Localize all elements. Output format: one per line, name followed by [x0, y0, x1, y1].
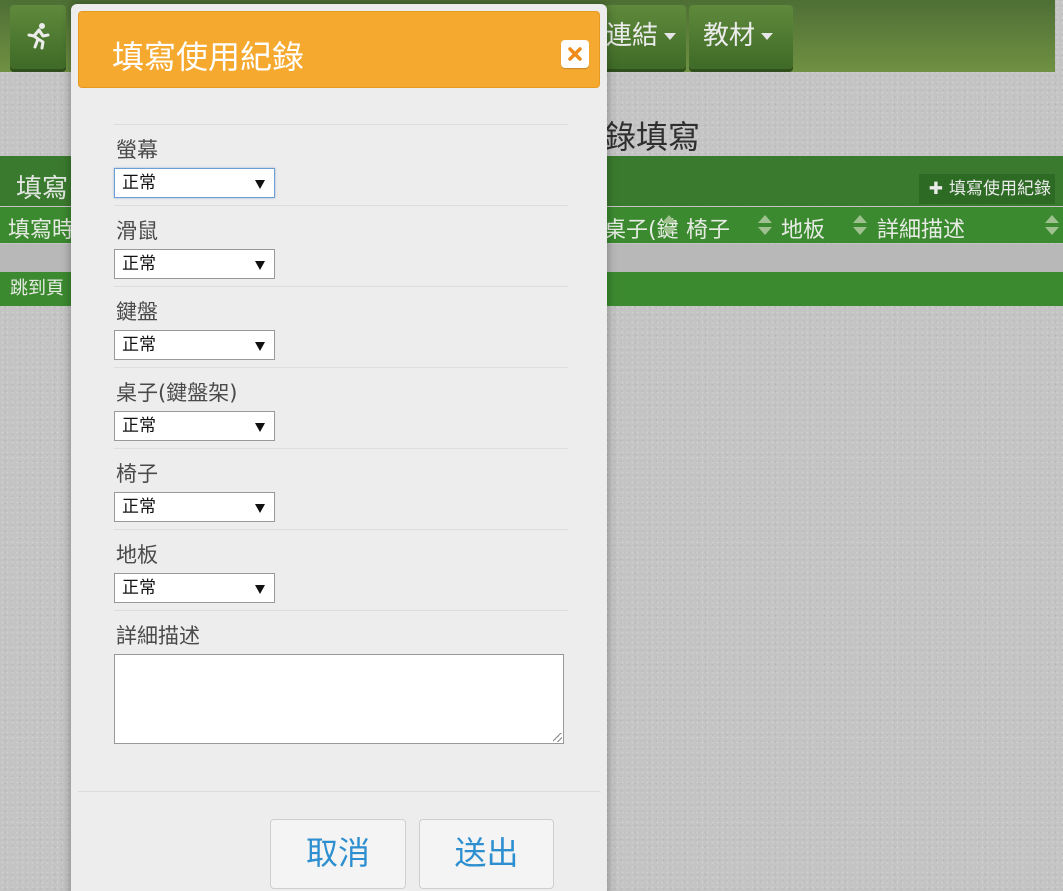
resize-handle-icon[interactable]	[553, 733, 562, 742]
dropdown-arrow-icon	[255, 261, 265, 270]
field-label: 椅子	[116, 462, 158, 486]
screen-select[interactable]: 正常	[114, 168, 275, 198]
record-form: 螢幕 正常 滑鼠 正常 鍵盤 正常 桌子(鍵盤架) 正常 椅子 正常 地板 正常…	[114, 124, 568, 760]
select-value: 正常	[122, 497, 156, 517]
close-icon	[568, 47, 582, 61]
add-record-button[interactable]: ✚ 填寫使用紀錄	[918, 174, 1055, 204]
usage-record-dialog: 填寫使用紀錄 螢幕 正常 滑鼠 正常 鍵盤 正常 桌子(鍵盤架) 正常 椅子 正…	[71, 4, 607, 891]
field-chair: 椅子 正常	[114, 448, 568, 529]
select-value: 正常	[122, 173, 156, 193]
select-value: 正常	[122, 416, 156, 436]
nav-menu-links-label: 連結	[606, 21, 659, 51]
dropdown-arrow-icon	[255, 342, 265, 351]
close-button[interactable]	[561, 40, 589, 68]
submit-button[interactable]: 送出	[419, 819, 554, 889]
field-floor: 地板 正常	[114, 529, 568, 610]
field-label: 詳細描述	[116, 624, 200, 648]
sort-icon[interactable]	[662, 215, 676, 235]
page-title: 錄填寫	[604, 118, 701, 156]
description-textarea[interactable]	[114, 654, 564, 744]
column-header-chair[interactable]: 椅子	[686, 212, 730, 244]
field-description: 詳細描述	[114, 610, 568, 760]
chevron-down-icon	[761, 33, 774, 40]
field-label: 地板	[116, 543, 158, 567]
field-screen: 螢幕 正常	[114, 124, 568, 205]
nav-menu-materials-label: 教材	[703, 21, 756, 51]
select-value: 正常	[122, 578, 156, 598]
chair-select[interactable]: 正常	[114, 492, 275, 522]
dropdown-arrow-icon	[255, 585, 265, 594]
select-value: 正常	[122, 335, 156, 355]
pager-jump-label[interactable]: 跳到頁	[10, 278, 64, 299]
dialog-header: 填寫使用紀錄	[78, 11, 600, 88]
column-header-floor[interactable]: 地板	[781, 212, 825, 244]
column-header-label: 填寫時	[8, 218, 75, 243]
floor-select[interactable]: 正常	[114, 573, 275, 603]
sort-icon[interactable]	[853, 215, 867, 235]
nav-menu-materials[interactable]: 教材	[689, 5, 793, 69]
chevron-down-icon	[664, 33, 677, 40]
desk-select[interactable]: 正常	[114, 411, 275, 441]
panel-title: 填寫	[16, 174, 69, 204]
mouse-select[interactable]: 正常	[114, 249, 275, 279]
field-label: 桌子(鍵盤架)	[116, 381, 238, 405]
column-header-label: 椅子	[686, 218, 731, 243]
keyboard-select[interactable]: 正常	[114, 330, 275, 360]
plus-icon: ✚	[928, 179, 943, 199]
cancel-button[interactable]: 取消	[270, 819, 406, 889]
column-header-time[interactable]: 填寫時	[8, 212, 74, 244]
field-desk: 桌子(鍵盤架) 正常	[114, 367, 568, 448]
sort-icon[interactable]	[758, 215, 772, 235]
column-header-label: 詳細描述	[877, 218, 966, 243]
dropdown-arrow-icon	[255, 504, 265, 513]
column-header-label: 地板	[781, 218, 826, 243]
field-label: 鍵盤	[116, 300, 158, 324]
select-value: 正常	[122, 254, 156, 274]
field-mouse: 滑鼠 正常	[114, 205, 568, 286]
add-record-label: 填寫使用紀錄	[949, 179, 1051, 199]
field-label: 滑鼠	[116, 219, 158, 243]
column-header-description[interactable]: 詳細描述	[877, 212, 965, 244]
dropdown-arrow-icon	[255, 180, 265, 189]
dialog-title: 填寫使用紀錄	[112, 38, 305, 76]
running-person-icon	[27, 23, 50, 50]
field-label: 螢幕	[116, 138, 158, 162]
dropdown-arrow-icon	[255, 423, 265, 432]
home-button[interactable]	[10, 5, 66, 69]
sort-icon[interactable]	[1045, 215, 1059, 235]
field-keyboard: 鍵盤 正常	[114, 286, 568, 367]
footer-divider	[78, 791, 600, 792]
